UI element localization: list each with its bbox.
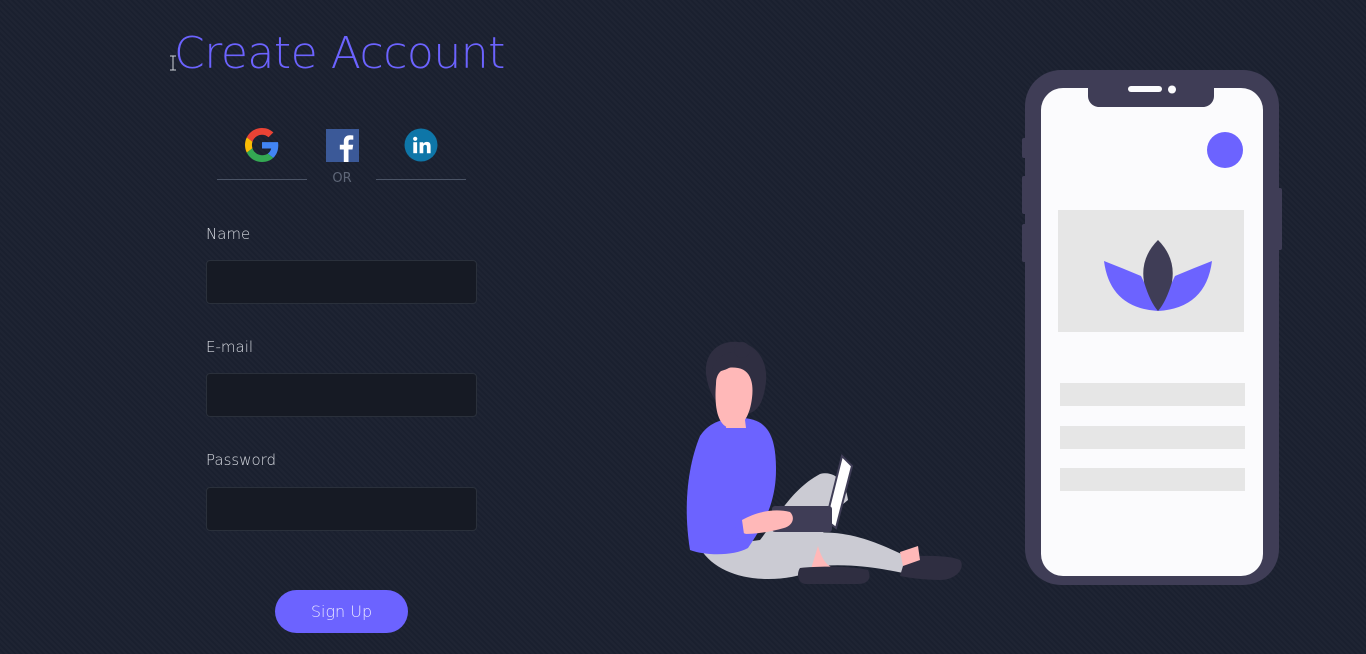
signup-illustration	[686, 70, 1282, 585]
person-illustration	[686, 341, 962, 584]
phone-illustration	[1022, 70, 1282, 585]
